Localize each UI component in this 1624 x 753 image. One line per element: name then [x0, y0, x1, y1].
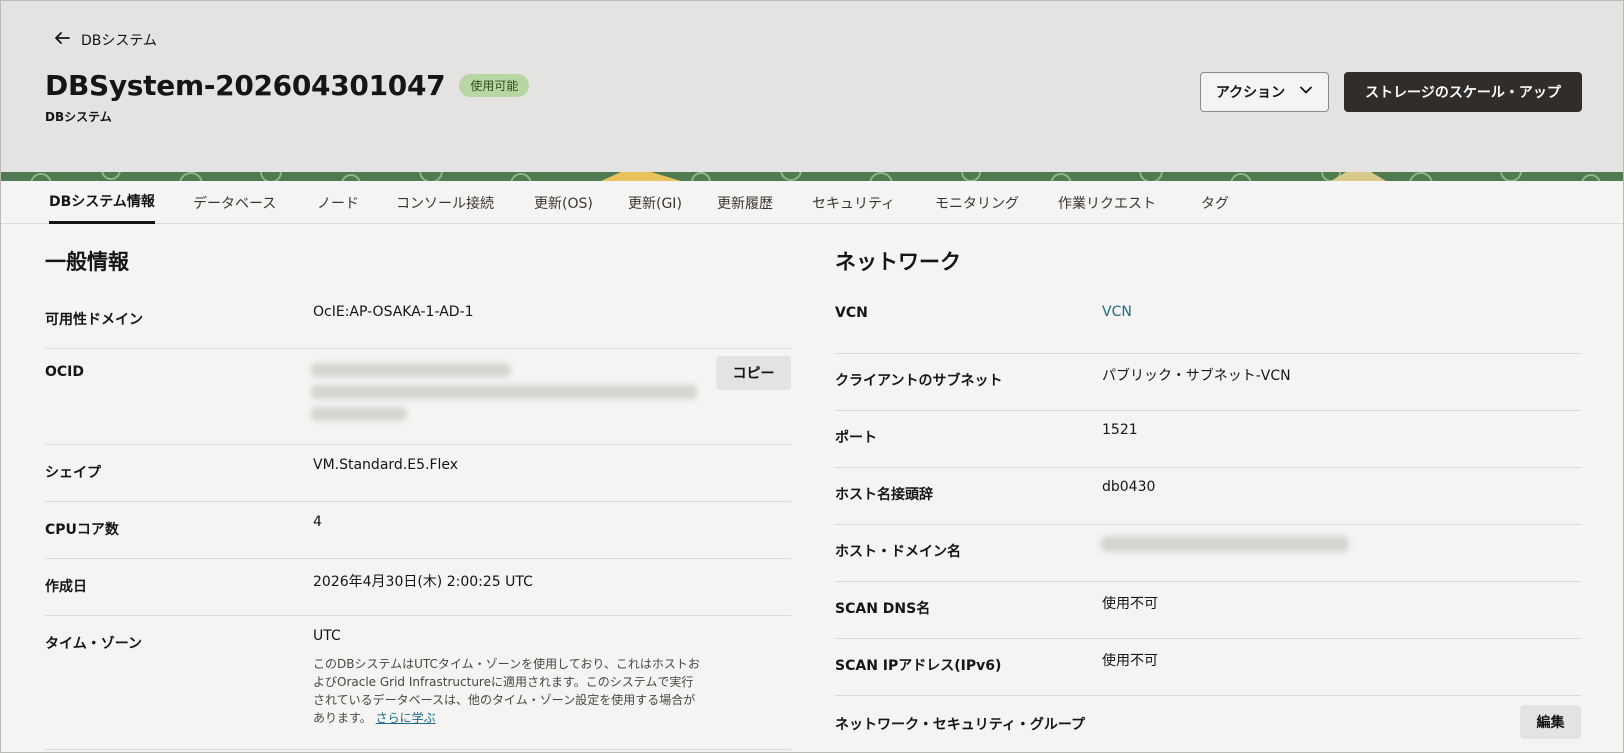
row-created: 作成日 2026年4月30日(木) 2:00:25 UTC	[45, 559, 791, 616]
port-value: 1521	[1102, 422, 1138, 438]
scan-ip-value: 使用不可	[1102, 653, 1158, 669]
row-scan-ip: SCAN IPアドレス(IPv6) 使用不可	[835, 639, 1581, 696]
ocid-value-redacted	[311, 407, 407, 421]
row-nsg: ネットワーク・セキュリティ・グループ 編集	[835, 696, 1581, 752]
subnet-value: パブリック・サブネット-VCN	[1102, 368, 1291, 384]
tab-update-history[interactable]: 更新履歴	[717, 181, 773, 224]
tab-console-connections[interactable]: コンソール接続	[396, 181, 494, 224]
actions-label: アクション	[1215, 85, 1286, 101]
tab-monitoring[interactable]: モニタリング	[935, 181, 1019, 224]
general-info-title: 一般情報	[45, 250, 129, 274]
cpu-value: 4	[313, 514, 322, 530]
status-badge: 使用可能	[459, 74, 530, 97]
row-vcn: VCN VCN	[835, 298, 1581, 354]
tz-note: このDBシステムはUTCタイム・ゾーンを使用しており、これはホストおよびOrac…	[313, 655, 705, 727]
tab-bar: DBシステム情報 データベース ノード コンソール接続 更新(OS) 更新(GI…	[1, 181, 1623, 224]
page-subtitle: DBシステム	[45, 110, 112, 124]
hostname-value: db0430	[1102, 479, 1156, 495]
page-frame: DBシステム DBSystem-202604301047 使用可能 DBシステム…	[0, 0, 1624, 753]
subnet-label: クライアントのサブネット	[835, 373, 1003, 389]
hostname-label: ホスト名接頭辞	[835, 487, 933, 503]
tab-tags[interactable]: タグ	[1201, 181, 1229, 224]
row-availability-domain: 可用性ドメイン OcIE:AP-OSAKA-1-AD-1	[45, 298, 791, 349]
tab-nodes[interactable]: ノード	[317, 181, 359, 224]
tab-updates-os[interactable]: 更新(OS)	[534, 181, 593, 224]
tab-updates-gi[interactable]: 更新(GI)	[628, 181, 682, 224]
row-scan-dns: SCAN DNS名 使用不可	[835, 582, 1581, 639]
created-label: 作成日	[45, 579, 87, 595]
scan-ip-label: SCAN IPアドレス(IPv6)	[835, 658, 1002, 674]
row-host-domain: ホスト・ドメイン名	[835, 525, 1581, 582]
tab-work-requests[interactable]: 作業リクエスト	[1058, 181, 1156, 224]
created-value: 2026年4月30日(木) 2:00:25 UTC	[313, 574, 533, 590]
network-title: ネットワーク	[835, 250, 961, 274]
row-time-zone: タイム・ゾーン UTC このDBシステムはUTCタイム・ゾーンを使用しており、こ…	[45, 616, 791, 750]
ocid-value-redacted	[311, 363, 511, 377]
decorative-pattern-band	[1, 172, 1623, 181]
copy-ocid-button[interactable]: コピー	[716, 356, 791, 390]
row-client-subnet: クライアントのサブネット パブリック・サブネット-VCN	[835, 354, 1581, 411]
back-link[interactable]: DBシステム	[53, 29, 157, 51]
tz-label: タイム・ゾーン	[45, 636, 143, 652]
scale-up-storage-button[interactable]: ストレージのスケール・アップ	[1344, 72, 1582, 112]
title-row: DBSystem-202604301047 使用可能	[45, 69, 530, 102]
domain-value-redacted	[1101, 536, 1349, 552]
chevron-down-icon	[1299, 83, 1313, 101]
cpu-label: CPUコア数	[45, 522, 119, 538]
scan-dns-label: SCAN DNS名	[835, 601, 931, 617]
ad-value: OcIE:AP-OSAKA-1-AD-1	[313, 304, 474, 320]
learn-more-link[interactable]: さらに学ぶ	[376, 711, 436, 725]
page-header: DBシステム DBSystem-202604301047 使用可能 DBシステム…	[1, 1, 1623, 172]
arrow-left-icon	[53, 29, 71, 51]
tab-dbsystem-info[interactable]: DBシステム情報	[49, 181, 155, 224]
vcn-label: VCN	[835, 305, 868, 321]
vcn-link[interactable]: VCN	[1102, 304, 1132, 320]
back-link-label: DBシステム	[81, 33, 157, 49]
ad-label: 可用性ドメイン	[45, 312, 143, 328]
row-ocid: OCID コピー	[45, 349, 791, 445]
scan-dns-value: 使用不可	[1102, 596, 1158, 612]
edit-nsg-button[interactable]: 編集	[1520, 705, 1581, 739]
actions-menu-button[interactable]: アクション	[1200, 72, 1329, 112]
tz-value: UTC	[313, 628, 341, 644]
row-cpu-cores: CPUコア数 4	[45, 502, 791, 559]
tab-databases[interactable]: データベース	[193, 181, 276, 224]
shape-label: シェイプ	[45, 465, 101, 481]
tz-note-text: このDBシステムはUTCタイム・ゾーンを使用しており、これはホストおよびOrac…	[313, 657, 700, 725]
ocid-value-redacted	[311, 385, 697, 399]
page-title: DBSystem-202604301047	[45, 69, 446, 102]
ocid-label: OCID	[45, 364, 85, 380]
row-hostname-prefix: ホスト名接頭辞 db0430	[835, 468, 1581, 525]
tab-security[interactable]: セキュリティ	[812, 181, 895, 224]
row-shape: シェイプ VM.Standard.E5.Flex	[45, 445, 791, 502]
row-port: ポート 1521	[835, 411, 1581, 468]
port-label: ポート	[835, 430, 877, 446]
shape-value: VM.Standard.E5.Flex	[313, 457, 459, 473]
domain-label: ホスト・ドメイン名	[835, 544, 961, 560]
nsg-label: ネットワーク・セキュリティ・グループ	[835, 717, 1086, 733]
